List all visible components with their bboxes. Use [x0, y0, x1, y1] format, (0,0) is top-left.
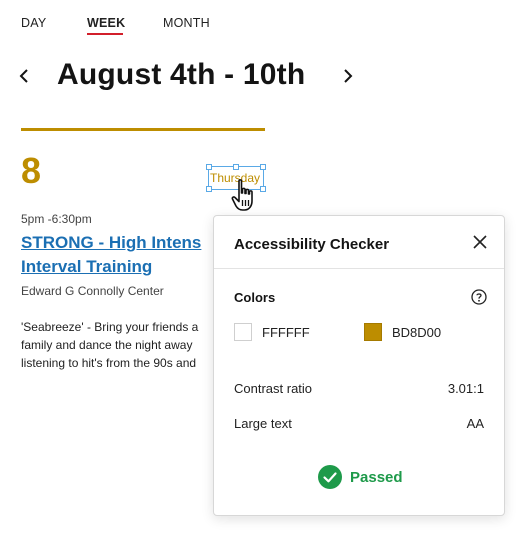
close-icon	[473, 235, 487, 249]
large-text-value: AA	[466, 416, 484, 431]
contrast-ratio-value: 3.01:1	[447, 381, 484, 396]
next-week-button[interactable]	[338, 63, 358, 89]
background-color-value: BD8D00	[392, 325, 442, 340]
event-title-link[interactable]: STRONG - High Intens Interval Training	[21, 231, 221, 279]
week-range-title: August 4th - 10th	[57, 58, 306, 91]
day-divider	[21, 128, 265, 131]
description-line: 'Seabreeze' - Bring your friends a	[21, 320, 199, 334]
chevron-left-icon	[19, 69, 28, 83]
description-line: listening to hit's from the 90s and	[21, 356, 197, 370]
chevron-right-icon	[344, 69, 353, 83]
event-description: 'Seabreeze' - Bring your friends a famil…	[21, 318, 221, 372]
foreground-color-value: FFFFFF	[262, 325, 310, 340]
tab-day[interactable]: DAY	[21, 16, 87, 30]
background-color-swatch[interactable]	[364, 323, 382, 341]
contrast-ratio-label: Contrast ratio	[234, 381, 313, 396]
colors-label: Colors	[234, 290, 276, 305]
event-location: Edward G Connolly Center	[21, 284, 164, 298]
large-text-label: Large text	[234, 416, 292, 431]
close-button[interactable]	[472, 234, 488, 250]
event-title-line-2[interactable]: Interval Training	[21, 255, 221, 279]
description-line: family and dance the night away	[21, 338, 193, 352]
pass-status-text: Passed	[350, 468, 403, 486]
tab-month[interactable]: MONTH	[163, 16, 210, 30]
check-circle-icon	[318, 465, 342, 489]
day-number: 8	[21, 150, 42, 191]
event-title-line-1[interactable]: STRONG - High Intens	[21, 231, 221, 255]
hand-pointer-icon	[231, 179, 253, 211]
pass-status: Passed	[318, 465, 403, 489]
tab-week[interactable]: WEEK	[87, 16, 163, 35]
foreground-color-swatch[interactable]	[234, 323, 252, 341]
previous-week-button[interactable]	[14, 63, 34, 89]
view-tabs: DAY WEEK MONTH	[21, 16, 210, 35]
accessibility-checker-panel: Accessibility Checker Colors FFFFFF BD8D…	[213, 215, 505, 516]
panel-title: Accessibility Checker	[234, 236, 390, 253]
help-icon[interactable]	[471, 289, 487, 305]
event-time: 5pm -6:30pm	[21, 212, 92, 226]
panel-header: Accessibility Checker	[214, 216, 504, 269]
